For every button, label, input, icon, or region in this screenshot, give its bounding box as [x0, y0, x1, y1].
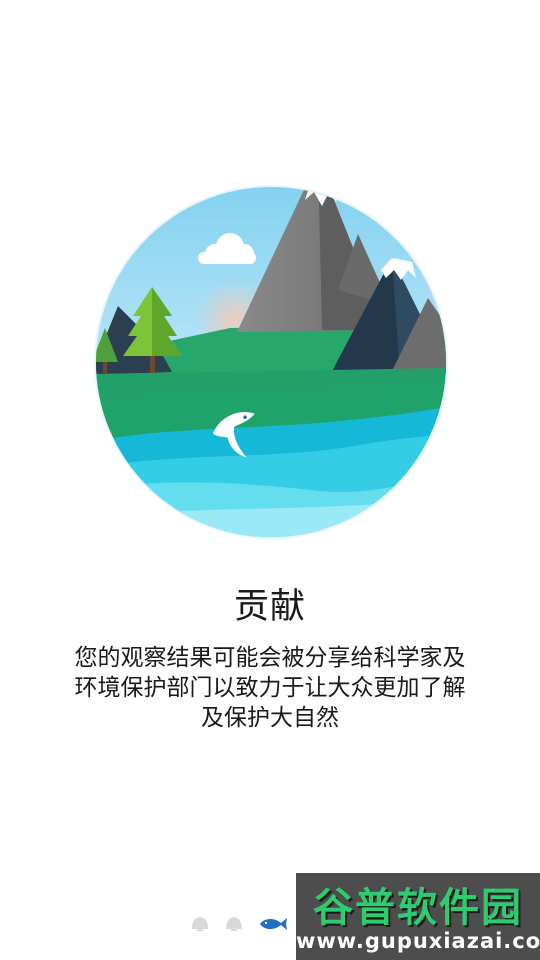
fish-icon[interactable]	[258, 916, 288, 932]
shell-icon[interactable]	[224, 915, 244, 933]
page-indicator	[190, 912, 288, 936]
description: 您的观察结果可能会被分享给科学家及 环境保护部门以致力于让大众更加了解 及保护大…	[55, 643, 485, 733]
watermark: 谷普软件园 www.gupuxiazai.com	[296, 873, 540, 960]
watermark-name: 谷普软件园	[313, 885, 523, 931]
page-title: 贡献	[233, 587, 306, 627]
description-line: 及保护大自然	[201, 705, 339, 731]
watermark-url: www.gupuxiazai.com	[296, 929, 540, 953]
shell-icon[interactable]	[190, 915, 210, 933]
nature-illustration	[94, 185, 448, 539]
description-line: 环境保护部门以致力于让大众更加了解	[74, 675, 466, 701]
description-line: 您的观察结果可能会被分享给科学家及	[74, 645, 466, 671]
